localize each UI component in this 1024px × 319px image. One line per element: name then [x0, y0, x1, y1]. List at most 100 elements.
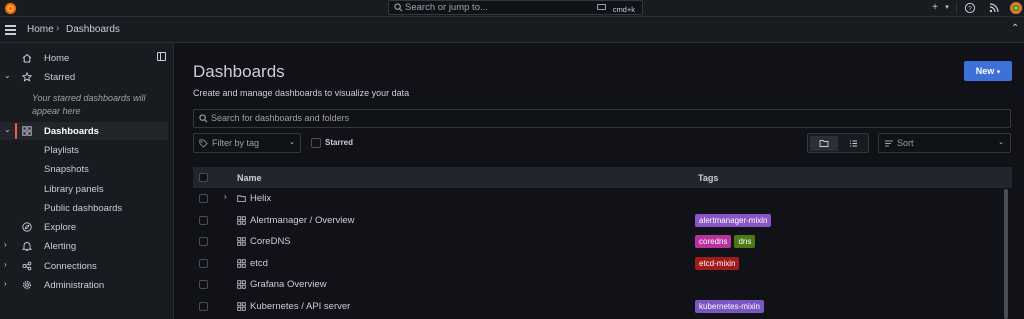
row-name[interactable]: etcd [250, 258, 268, 269]
search-shortcut: cmd+k [612, 5, 635, 14]
chevron-right-icon[interactable]: › [4, 260, 7, 269]
chevron-right-icon[interactable]: › [4, 279, 7, 288]
avatar[interactable] [1010, 2, 1022, 14]
select-all-checkbox[interactable] [199, 173, 208, 182]
dashboard-icon [237, 258, 246, 268]
filter-by-tag-select[interactable]: Filter by tag ⌄ [193, 133, 301, 153]
global-search-placeholder: Search or jump to... [405, 2, 488, 13]
filter-by-tag-placeholder: Filter by tag [212, 138, 260, 148]
column-header-name: Name [237, 173, 262, 183]
new-button[interactable]: New ▾ [964, 61, 1012, 81]
star-icon [22, 72, 32, 82]
search-icon [199, 114, 208, 123]
breadcrumb-separator: › [56, 23, 60, 34]
row-name[interactable]: Helix [250, 193, 271, 204]
top-bar: Search or jump to... cmd+k + ▾ ? [0, 0, 1024, 17]
table-row[interactable]: Kubernetes / API server kubernetes-mixin [193, 296, 1003, 318]
plus-icon[interactable]: + [929, 2, 941, 14]
sidebar-item-administration[interactable]: › Administration [0, 276, 174, 294]
sidebar-item-label: Connections [44, 261, 97, 272]
sidebar-item-library-panels[interactable]: Library panels [0, 180, 174, 198]
sidebar-item-label: Alerting [44, 241, 77, 252]
sidebar-item-label: Administration [44, 280, 105, 291]
list-icon [850, 140, 857, 147]
row-checkbox[interactable] [199, 258, 208, 268]
table-header: Name Tags [193, 167, 1012, 188]
sidebar-item-playlists[interactable]: Playlists [0, 141, 174, 159]
breadcrumb-current[interactable]: Dashboards [66, 24, 120, 35]
sidebar-item-label: Explore [44, 222, 77, 233]
chevron-down-icon[interactable]: ⌄ [4, 71, 11, 80]
divider [956, 3, 957, 13]
global-search-input[interactable]: Search or jump to... cmd+k [388, 0, 643, 15]
chevron-down-icon[interactable]: ⌄ [4, 125, 11, 134]
sidebar-item-connections[interactable]: › Connections [0, 257, 174, 275]
sort-icon [885, 140, 893, 147]
grid-icon [22, 126, 32, 136]
chevron-up-icon[interactable]: ⌃ [1011, 23, 1019, 34]
sidebar-item-dashboards[interactable]: ⌄ Dashboards [0, 122, 168, 140]
row-name[interactable]: Alertmanager / Overview [250, 215, 355, 226]
new-button-label: New [975, 66, 995, 76]
sort-placeholder: Sort [897, 138, 914, 148]
sidebar-item-public-dashboards[interactable]: Public dashboards [0, 199, 174, 217]
row-name[interactable]: Kubernetes / API server [250, 301, 350, 312]
bell-icon [22, 242, 32, 251]
dashboard-icon [237, 280, 246, 289]
grafana-logo-icon[interactable] [4, 2, 17, 15]
list-view-button[interactable] [839, 136, 867, 151]
breadcrumb-home[interactable]: Home [27, 24, 54, 35]
sidebar-item-label: Dashboards [44, 126, 99, 137]
row-name[interactable]: Grafana Overview [250, 279, 327, 290]
folder-icon [237, 195, 246, 203]
starred-checkbox[interactable] [311, 138, 321, 148]
folder-view-button[interactable] [810, 136, 838, 151]
table-row[interactable]: Alertmanager / Overview alertmanager-mix… [193, 210, 1003, 232]
dashboard-icon [237, 215, 246, 225]
row-name[interactable]: CoreDNS [250, 236, 291, 247]
table-scrollbar[interactable] [1004, 189, 1008, 319]
sidebar-item-explore[interactable]: Explore [0, 218, 174, 236]
help-icon[interactable]: ? [964, 2, 976, 14]
keyboard-icon [597, 4, 606, 10]
chevron-down-icon: ▾ [996, 69, 1001, 76]
sidebar-item-label: Library panels [44, 184, 104, 195]
sidebar-item-home[interactable]: Home [0, 49, 174, 67]
tag-badge[interactable]: alertmanager-mixin [695, 213, 772, 227]
table-row[interactable]: etcd etcd-mixin [193, 253, 1003, 275]
connections-icon [22, 261, 32, 271]
view-toggle [807, 133, 869, 153]
tag-badge[interactable]: etcd-mixin [695, 256, 740, 270]
tag-badge[interactable]: dns [734, 235, 756, 248]
tag-badge[interactable]: kubernetes-mixin [695, 299, 764, 313]
row-checkbox[interactable] [199, 215, 208, 225]
chevron-right-icon[interactable]: › [4, 240, 7, 249]
starred-checkbox-label[interactable]: Starred [325, 138, 353, 147]
sidebar-item-alerting[interactable]: › Alerting [0, 237, 174, 255]
dashboards-table: Name Tags › Helix Alertmanager / Overvie… [193, 167, 1012, 319]
dashboard-icon [237, 237, 246, 246]
row-tags: coredns dns [695, 235, 756, 248]
row-checkbox[interactable] [199, 280, 208, 289]
tag-badge[interactable]: coredns [695, 235, 732, 248]
sidebar-item-snapshots[interactable]: Snapshots [0, 160, 174, 178]
breadcrumb-bar: Home › Dashboards ⌃ [0, 17, 1024, 43]
compass-icon [22, 222, 32, 232]
sidebar-item-starred[interactable]: ⌄ Starred [0, 68, 174, 86]
folder-icon [819, 140, 829, 147]
sidebar-item-label: Starred [44, 72, 76, 83]
chevron-right-icon[interactable]: › [224, 192, 227, 201]
row-checkbox[interactable] [199, 237, 208, 246]
table-row[interactable]: CoreDNS coredns dns [193, 231, 1003, 253]
dashboard-search-input[interactable]: Search for dashboards and folders [193, 109, 1011, 128]
sidebar-item-label: Playlists [44, 145, 79, 156]
row-tags: alertmanager-mixin [695, 213, 772, 227]
chevron-down-icon[interactable]: ▾ [941, 2, 953, 14]
row-checkbox[interactable] [199, 194, 208, 203]
rss-icon[interactable] [988, 2, 1000, 14]
menu-icon[interactable] [5, 25, 16, 35]
row-checkbox[interactable] [199, 301, 208, 311]
sort-select[interactable]: Sort ⌄ [878, 133, 1011, 153]
table-row[interactable]: › Helix [193, 188, 1003, 210]
table-row[interactable]: Grafana Overview [193, 274, 1003, 296]
